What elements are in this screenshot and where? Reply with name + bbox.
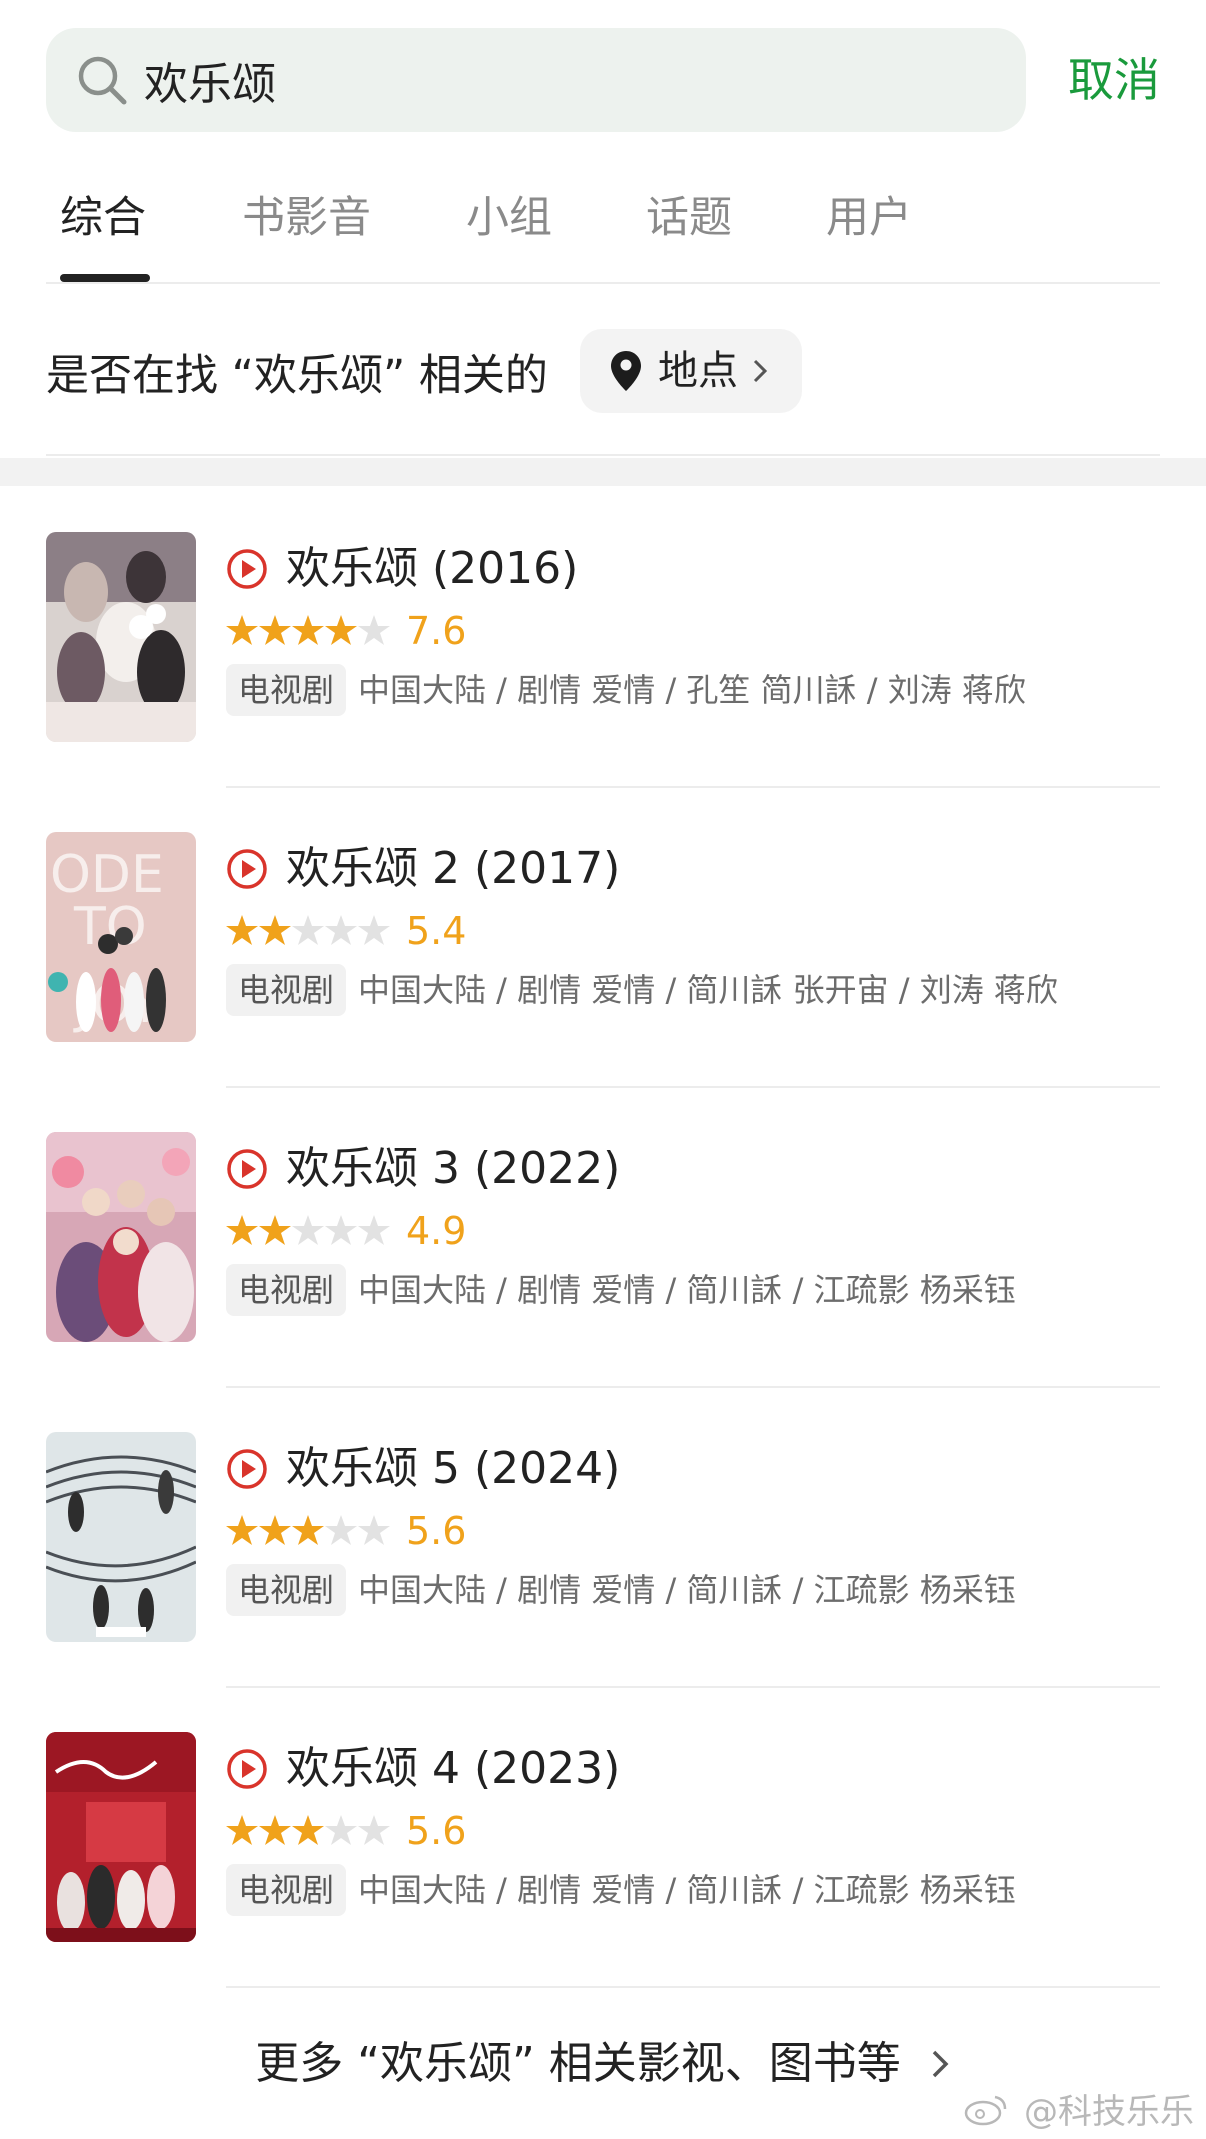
poster-image [46,1732,196,1942]
rating-stars [226,1215,390,1245]
divider [226,786,1160,788]
rating-stars [226,915,390,945]
result-meta: 中国大陆 / 剧情 爱情 / 简川訸 张开宙 / 刘涛 蒋欣 [358,971,1058,1009]
divider [226,1986,1160,1988]
type-tag: 电视剧 [226,1564,347,1616]
suggestion-row: 是否在找 “欢乐颂” 相关的 地点 [46,326,1160,456]
tab-topics[interactable]: 话题 [646,188,732,248]
play-icon [227,549,267,589]
result-title[interactable]: 欢乐颂 3 (2022) [286,1136,620,1202]
section-separator [0,458,1206,486]
type-tag: 电视剧 [226,964,347,1016]
tab-books-movies-music[interactable]: 书影音 [242,188,371,248]
tab-groups[interactable]: 小组 [466,188,552,248]
result-meta: 中国大陆 / 剧情 爱情 / 简川訸 / 江疏影 杨采钰 [358,1271,1016,1309]
tab-comprehensive[interactable]: 综合 [60,188,146,248]
result-meta: 中国大陆 / 剧情 爱情 / 简川訸 / 江疏影 杨采钰 [358,1871,1016,1909]
play-icon [227,1149,267,1189]
play-icon [227,1449,267,1489]
search-input[interactable] [144,28,1004,132]
type-tag: 电视剧 [226,1264,347,1316]
watermark: @科技乐乐 [963,2090,1194,2134]
watermark-text: @科技乐乐 [1024,2092,1194,2132]
result-title[interactable]: 欢乐颂 (2016) [286,536,578,602]
result-item[interactable]: ODE TO JOY 欢乐颂 2 (2017) 5.4 电视剧 中国大陆 / 剧… [0,832,1206,1132]
result-meta: 中国大陆 / 剧情 爱情 / 简川訸 / 江疏影 杨采钰 [358,1571,1016,1609]
tab-bar: 综合 书影音 小组 话题 用户 [46,188,1160,284]
search-icon [78,56,127,105]
result-title[interactable]: 欢乐颂 4 (2023) [286,1736,620,1802]
place-chip[interactable]: 地点 [580,329,802,413]
divider [226,1386,1160,1388]
rating-score: 4.9 [406,1209,467,1253]
divider [226,1686,1160,1688]
result-item[interactable]: 欢乐颂 3 (2022) 4.9 电视剧 中国大陆 / 剧情 爱情 / 简川訸 … [0,1132,1206,1432]
cancel-button[interactable]: 取消 [1068,48,1160,112]
poster-image [46,1432,196,1642]
rating-score: 5.6 [406,1509,467,1553]
rating-score: 5.6 [406,1809,467,1853]
divider [226,1086,1160,1088]
result-item[interactable]: 欢乐颂 4 (2023) 5.6 电视剧 中国大陆 / 剧情 爱情 / 简川訸 … [0,1732,1206,2032]
rating-score: 5.4 [406,909,467,953]
play-icon [227,1749,267,1789]
chevron-right-icon [753,359,768,383]
result-title[interactable]: 欢乐颂 2 (2017) [286,836,620,902]
poster-image: ODE TO JOY [46,832,196,1042]
svg-text:ODE: ODE [50,845,164,905]
type-tag: 电视剧 [226,1864,347,1916]
more-results-link[interactable]: 更多 “欢乐颂” 相关影视、图书等 [0,2034,1206,2094]
more-results-label: 更多 “欢乐颂” 相关影视、图书等 [255,2038,901,2089]
search-row: 取消 [46,28,1160,132]
suggestion-text: 是否在找 “欢乐颂” 相关的 [46,351,548,401]
type-tag: 电视剧 [226,664,347,716]
result-title[interactable]: 欢乐颂 5 (2024) [286,1436,620,1502]
result-item[interactable]: 欢乐颂 5 (2024) 5.6 电视剧 中国大陆 / 剧情 爱情 / 简川訸 … [0,1432,1206,1732]
result-item[interactable]: 欢乐颂 (2016) 7.6 电视剧 中国大陆 / 剧情 爱情 / 孔笙 简川訸… [0,532,1206,832]
chevron-right-icon [932,2050,949,2078]
rating-stars [226,1815,390,1845]
location-pin-icon [611,351,641,391]
search-box[interactable] [46,28,1026,132]
active-tab-indicator [60,274,150,282]
poster-image [46,1132,196,1342]
rating-score: 7.6 [406,609,467,653]
poster-image [46,532,196,742]
play-icon [227,849,267,889]
rating-stars [226,1515,390,1545]
result-meta: 中国大陆 / 剧情 爱情 / 孔笙 简川訸 / 刘涛 蒋欣 [358,671,1026,709]
rating-stars [226,615,390,645]
weibo-logo-icon [964,2095,1007,2126]
tab-users[interactable]: 用户 [826,188,912,248]
place-chip-label: 地点 [658,348,738,394]
